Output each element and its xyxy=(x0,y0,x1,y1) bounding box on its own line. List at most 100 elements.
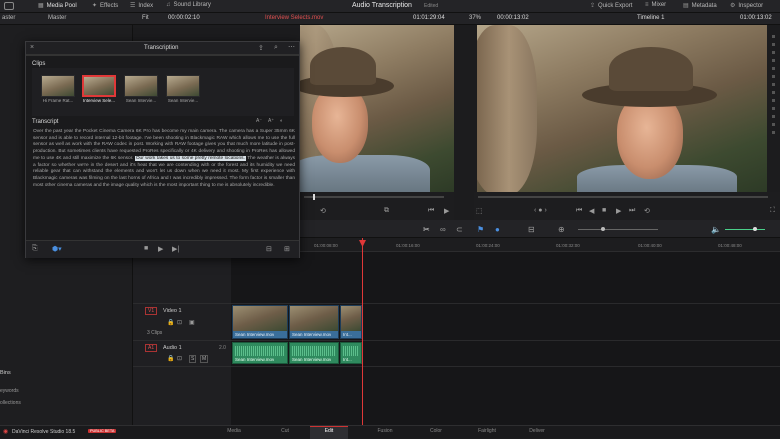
effects-button[interactable]: ✦ Effects xyxy=(92,2,118,10)
zoom-dropdown[interactable]: 37% xyxy=(469,15,481,21)
video-track-name[interactable]: Video 1 xyxy=(163,308,182,314)
clip-thumbnail[interactable] xyxy=(124,75,158,97)
stop-icon[interactable]: ■ xyxy=(144,245,148,252)
volume-slider-handle[interactable] xyxy=(753,227,757,231)
source-timecode: 00:00:02:10 xyxy=(168,15,200,21)
source-scrub-handle[interactable] xyxy=(313,194,315,200)
timeline-audio-clip[interactable]: Int... xyxy=(340,342,362,364)
more-options-icon[interactable]: ⋯ xyxy=(288,43,295,51)
index-button[interactable]: ☰ Index xyxy=(130,2,153,10)
auto-select-icon[interactable]: ⊡ xyxy=(177,355,182,362)
page-tab-cut[interactable]: Cut xyxy=(270,428,300,434)
text-size-decrease-icon[interactable]: A⁻ xyxy=(256,118,262,124)
mixer-button[interactable]: ≡ Mixer xyxy=(645,2,666,8)
marker-icon[interactable]: ● xyxy=(495,225,500,234)
solo-button[interactable]: S xyxy=(189,355,197,363)
page-tab-media[interactable]: Media xyxy=(219,428,249,434)
page-tab-deliver[interactable]: Deliver xyxy=(522,428,552,434)
waveform-toggle-icon[interactable]: ◐ xyxy=(280,118,283,124)
mute-button[interactable]: M xyxy=(200,355,209,363)
timeline-viewer[interactable] xyxy=(477,25,767,192)
text-size-increase-icon[interactable]: A⁺ xyxy=(268,118,274,124)
source-scrubber[interactable] xyxy=(304,196,444,198)
timeline-transport: ⬚ ‹ ● › ⏮ ◀ ■ ▶ ⏭ ⟲ ⛶ xyxy=(474,192,780,220)
video-track-id[interactable]: V1 xyxy=(145,307,158,315)
fit-dropdown[interactable]: Fit xyxy=(142,15,149,21)
media-pool-button[interactable]: ▦ Media Pool xyxy=(38,2,77,10)
clip-thumbnail[interactable] xyxy=(166,75,200,97)
play-to-end-icon[interactable]: ▶| xyxy=(172,245,179,253)
clip-thumbnail-selected[interactable] xyxy=(82,75,116,97)
zoom-slider[interactable] xyxy=(578,229,658,230)
metadata-button[interactable]: ▤ Metadata xyxy=(683,2,717,10)
export-icon[interactable]: ⇪ xyxy=(258,44,264,52)
append-icon[interactable]: ⊟ xyxy=(266,245,272,253)
page-tab-color[interactable]: Color xyxy=(421,428,451,434)
play-icon[interactable]: ▶ xyxy=(444,207,449,215)
timeline-video-clip[interactable]: Sean Interview.mov xyxy=(289,305,339,339)
search-icon[interactable]: ⌕ xyxy=(274,44,278,52)
zoom-fit-icon[interactable]: ⊟ xyxy=(528,225,535,234)
jog-wheel-icon[interactable]: ‹ ● › xyxy=(534,207,547,214)
stop-icon[interactable]: ■ xyxy=(602,207,606,214)
audio-track-name[interactable]: Audio 1 xyxy=(163,345,182,351)
page-tab-edit[interactable]: Edit xyxy=(314,428,344,434)
timeline-duration: 00:00:13:02 xyxy=(497,15,529,21)
source-clip-name[interactable]: Interview Selects.mov xyxy=(265,15,323,21)
insert-clip-icon[interactable]: ⎘ xyxy=(32,245,38,253)
lock-icon[interactable]: 🔒 xyxy=(167,319,174,326)
transcript-highlight[interactable]: Our work takes us to some pretty remote … xyxy=(134,155,246,161)
loop-icon[interactable]: ⟲ xyxy=(644,207,650,215)
zoom-slider-handle[interactable] xyxy=(601,227,605,231)
timeline-video-clip[interactable]: Int... xyxy=(340,305,362,339)
workspace-icon[interactable] xyxy=(4,2,14,10)
timeline-ruler[interactable]: 01:00:08:00 01:00:16:00 01:00:24:00 01:0… xyxy=(231,238,780,252)
clip-thumbnail[interactable] xyxy=(41,75,75,97)
index-icon: ☰ xyxy=(130,3,136,9)
playhead[interactable] xyxy=(362,238,363,438)
flag-icon[interactable]: ⚑ xyxy=(477,225,484,234)
timeline-audio-clip[interactable]: Sean Interview.mov xyxy=(289,342,339,364)
page-tab-fusion[interactable]: Fusion xyxy=(370,428,400,434)
clip-thumbnail xyxy=(233,306,287,331)
link-icon[interactable]: ∞ xyxy=(440,225,446,234)
timeline-name[interactable]: Timeline 1 xyxy=(637,15,664,21)
timeline-audio-clip[interactable]: Sean Interview.mov xyxy=(232,342,288,364)
zoom-in-icon[interactable]: ⊕ xyxy=(558,225,565,234)
volume-icon[interactable]: 🔈 xyxy=(711,225,721,234)
loop-icon[interactable]: ⟲ xyxy=(320,207,326,215)
video-track-header: V1 Video 1 🔒 ⊡ ▣ 3 Clips xyxy=(133,303,231,341)
timeline-scrubber[interactable] xyxy=(478,196,768,198)
jog-icon[interactable]: ⧉ xyxy=(384,207,389,215)
keywords-item[interactable]: eywords xyxy=(0,388,19,394)
volume-slider[interactable] xyxy=(725,229,765,230)
blade-icon[interactable]: ✂ xyxy=(423,225,430,234)
lock-icon[interactable]: 🔒 xyxy=(167,355,174,362)
snap-icon[interactable]: ⊂ xyxy=(456,225,463,234)
page-tab-fairlight[interactable]: Fairlight xyxy=(472,428,502,434)
transcript-text[interactable]: Over the past year the Pocket Cinema Cam… xyxy=(33,129,295,189)
play-forward-icon[interactable]: ▶ xyxy=(616,207,621,215)
source-viewer[interactable] xyxy=(300,25,454,192)
reverse-play-icon[interactable]: ◀ xyxy=(589,207,594,215)
jump-start-icon[interactable]: ⏮ xyxy=(576,207,582,215)
hat-crown xyxy=(310,47,376,85)
auto-select-icon[interactable]: ⊡ xyxy=(177,319,182,326)
fullscreen-icon[interactable]: ⛶ xyxy=(770,207,775,215)
jump-end-icon[interactable]: ⏭ xyxy=(629,207,635,215)
transcription-titlebar[interactable]: × Transcription ⇪ ⌕ ⋯ xyxy=(26,42,299,55)
clip-label: Int... xyxy=(343,357,352,362)
collections-item[interactable]: ollections xyxy=(0,400,21,406)
play-icon[interactable]: ▶ xyxy=(158,245,163,253)
inspector-button[interactable]: ⚙ Inspector xyxy=(730,2,763,10)
prev-frame-icon[interactable]: ⏮ xyxy=(428,207,434,215)
timeline-video-clip[interactable]: Sean Interview.mov xyxy=(232,305,288,339)
quick-export-button[interactable]: ⇪ Quick Export xyxy=(590,2,632,10)
track-visibility-icon[interactable]: ▣ xyxy=(189,319,195,326)
audio-track-id[interactable]: A1 xyxy=(145,344,158,352)
crop-icon[interactable]: ⬚ xyxy=(476,207,483,215)
sound-library-button[interactable]: ♫ Sound Library xyxy=(166,2,211,8)
marker-dropdown-icon[interactable]: ⬢▾ xyxy=(52,245,62,253)
close-icon[interactable]: × xyxy=(30,44,34,51)
overwrite-icon[interactable]: ⊞ xyxy=(284,245,290,253)
